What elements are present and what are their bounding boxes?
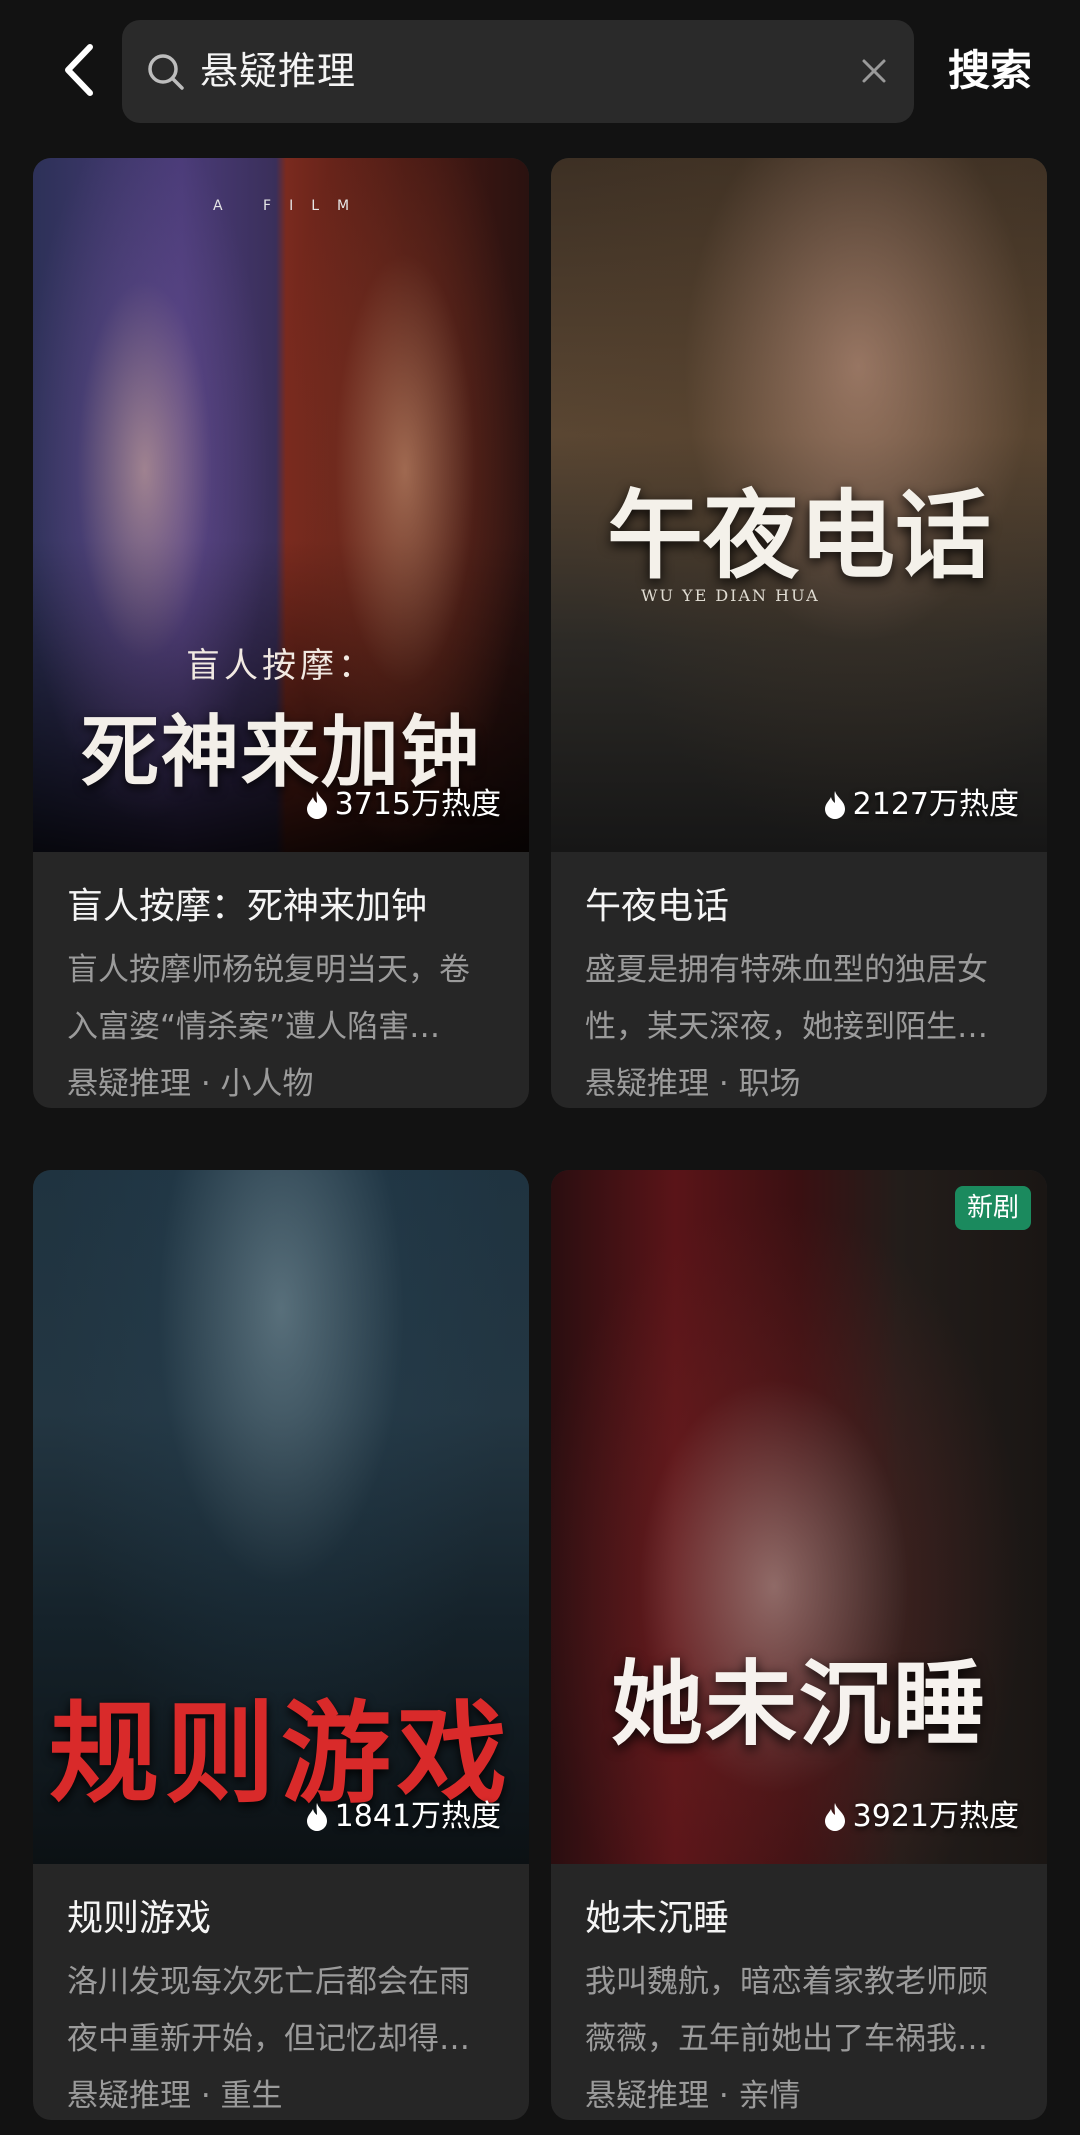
heat-indicator: 3921万热度	[823, 1794, 1019, 1840]
card-description: 洛川发现每次死亡后都会在雨夜中重新开始，但记忆却得…	[67, 1964, 470, 2057]
chevron-left-icon	[65, 44, 93, 96]
heat-text: 1841万热度	[334, 1799, 501, 1834]
poster-image: 规则游戏 1841万热度	[33, 1170, 529, 1864]
drama-card[interactable]: 午夜电话 WU YE DIAN HUA 2127万热度 午夜电话 盛夏是拥有特殊…	[551, 158, 1047, 1108]
drama-card[interactable]: 新剧 她未沉睡 3921万热度 她未沉睡 我叫魏航，暗恋着家教老师顾薇薇，五年前…	[551, 1170, 1047, 2120]
drama-card[interactable]: A FILM 盲人按摩： 死神来加钟 3715万热度 盲人按摩：死神来加钟 盲人…	[33, 158, 529, 1108]
heat-text: 3921万热度	[852, 1799, 1019, 1834]
poster-title: 午夜电话	[607, 479, 991, 592]
flame-icon	[306, 1803, 327, 1831]
drama-card[interactable]: 规则游戏 1841万热度 规则游戏 洛川发现每次死亡后都会在雨夜中重新开始，但记…	[33, 1170, 529, 2120]
card-tags: 悬疑推理 · 小人物	[67, 1066, 314, 1102]
poster-image: 午夜电话 WU YE DIAN HUA 2127万热度	[551, 158, 1047, 852]
card-tags: 悬疑推理 · 职场	[585, 1066, 801, 1102]
card-description: 盲人按摩师杨锐复明当天，卷入富婆“情杀案”遭人陷害…	[67, 952, 470, 1045]
poster-image: 新剧 她未沉睡 3921万热度	[551, 1170, 1047, 1864]
flame-icon	[824, 791, 845, 819]
back-button[interactable]	[52, 40, 104, 100]
search-query-text: 悬疑推理	[200, 49, 357, 93]
card-description: 我叫魏航，暗恋着家教老师顾薇薇，五年前她出了车祸我…	[585, 1964, 988, 2057]
heat-indicator: 3715万热度	[305, 782, 501, 828]
heat-indicator: 1841万热度	[305, 1794, 501, 1840]
card-tags: 悬疑推理 · 亲情	[585, 2078, 801, 2114]
card-title: 午夜电话	[585, 886, 730, 927]
new-drama-badge: 新剧	[954, 1186, 1031, 1230]
top-bar: 悬疑推理 搜索	[0, 0, 1080, 140]
heat-text: 3715万热度	[334, 787, 501, 822]
search-submit-button[interactable]: 搜索	[948, 40, 1032, 102]
search-icon	[148, 54, 184, 90]
search-input[interactable]: 悬疑推理	[122, 20, 914, 123]
poster-image: A FILM 盲人按摩： 死神来加钟 3715万热度	[33, 158, 529, 852]
poster-title: 她未沉睡	[610, 1650, 987, 1758]
poster-subtitle: WU YE DIAN HUA	[641, 586, 820, 605]
card-title: 盲人按摩：死神来加钟	[67, 886, 428, 927]
heat-text: 2127万热度	[852, 787, 1019, 822]
card-description: 盛夏是拥有特殊血型的独居女性，某天深夜，她接到陌生…	[585, 952, 988, 1045]
poster-small-text: A FILM	[213, 198, 368, 214]
flame-icon	[306, 791, 327, 819]
card-title: 她未沉睡	[585, 1898, 730, 1939]
card-tags: 悬疑推理 · 重生	[67, 2078, 283, 2114]
poster-subtitle: 盲人按摩：	[186, 646, 376, 686]
card-title: 规则游戏	[67, 1898, 212, 1939]
clear-icon[interactable]	[856, 53, 892, 89]
heat-indicator: 2127万热度	[823, 782, 1019, 828]
flame-icon	[824, 1803, 845, 1831]
